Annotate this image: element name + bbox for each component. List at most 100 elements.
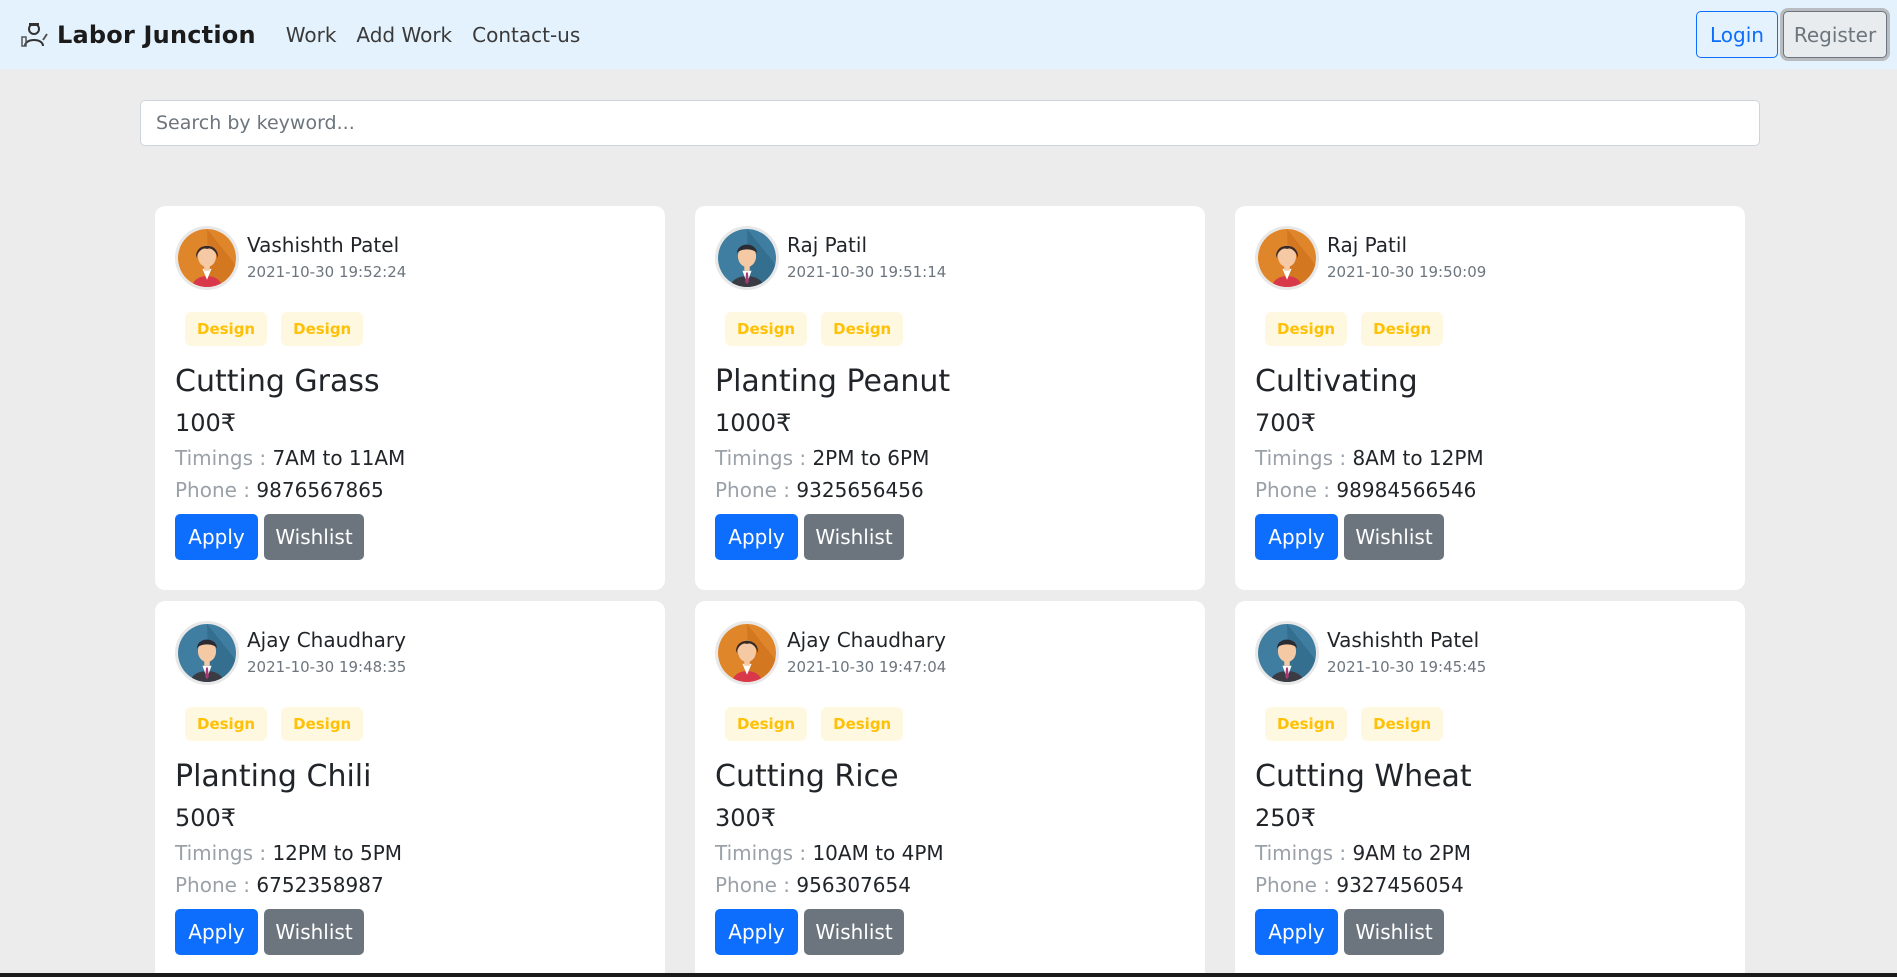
card-actions: Apply Wishlist (715, 909, 1185, 955)
card-actions: Apply Wishlist (1255, 514, 1725, 560)
timings-row: Timings : 12PM to 5PM (175, 840, 645, 866)
register-button[interactable]: Register (1783, 11, 1887, 58)
auth-buttons: Login Register (1696, 11, 1887, 58)
tag-list: Design Design (175, 312, 645, 346)
female-avatar (715, 621, 779, 685)
tag-list: Design Design (715, 707, 1185, 741)
login-button[interactable]: Login (1696, 11, 1778, 58)
timings-value: 8AM to 12PM (1352, 446, 1484, 470)
card-header: Vashishth Patel 2021-10-30 19:52:24 (175, 226, 645, 290)
search-input[interactable] (140, 100, 1760, 146)
work-price: 500₹ (175, 804, 237, 832)
tag-badge: Design (1361, 707, 1444, 741)
nav-link-contact-us[interactable]: Contact-us (472, 23, 580, 47)
tag-badge: Design (725, 707, 808, 741)
phone-row: Phone : 956307654 (715, 872, 1185, 898)
user-info: Ajay Chaudhary 2021-10-30 19:48:35 (247, 627, 406, 679)
phone-row: Phone : 9327456054 (1255, 872, 1725, 898)
worker-logo-icon (21, 22, 48, 47)
work-price: 100₹ (175, 409, 237, 437)
phone-row: Phone : 98984566546 (1255, 477, 1725, 503)
phone-label: Phone : (175, 478, 251, 502)
tag-badge: Design (1361, 312, 1444, 346)
tag-list: Design Design (175, 707, 645, 741)
post-timestamp: 2021-10-30 19:48:35 (247, 658, 407, 676)
work-card: Raj Patil 2021-10-30 19:51:14 Design Des… (695, 206, 1205, 590)
work-card: Ajay Chaudhary 2021-10-30 19:48:35 Desig… (155, 601, 665, 977)
card-header: Ajay Chaudhary 2021-10-30 19:47:04 (715, 621, 1185, 685)
card-actions: Apply Wishlist (715, 514, 1185, 560)
poster-name: Ajay Chaudhary (247, 628, 406, 652)
work-card: Raj Patil 2021-10-30 19:50:09 Design Des… (1235, 206, 1745, 590)
phone-value: 9327456054 (1336, 873, 1464, 897)
female-avatar (1255, 226, 1319, 290)
male-avatar (1255, 621, 1319, 685)
tag-badge: Design (281, 707, 364, 741)
nav-link-work[interactable]: Work (286, 23, 337, 47)
apply-button[interactable]: Apply (1255, 909, 1338, 955)
apply-button[interactable]: Apply (715, 514, 798, 560)
wishlist-button[interactable]: Wishlist (1344, 909, 1444, 955)
tag-list: Design Design (1255, 707, 1725, 741)
phone-label: Phone : (175, 873, 251, 897)
bottom-edge (0, 973, 1897, 977)
tag-badge: Design (185, 707, 268, 741)
post-timestamp: 2021-10-30 19:52:24 (247, 263, 407, 281)
phone-label: Phone : (715, 478, 791, 502)
tag-badge: Design (821, 312, 904, 346)
wishlist-button[interactable]: Wishlist (264, 909, 364, 955)
work-title: Cutting Rice (715, 759, 899, 794)
male-avatar (175, 621, 239, 685)
timings-label: Timings : (715, 446, 807, 470)
work-price: 700₹ (1255, 409, 1317, 437)
timings-label: Timings : (1255, 446, 1347, 470)
phone-value: 9325656456 (796, 478, 924, 502)
poster-name: Raj Patil (1327, 233, 1407, 257)
apply-button[interactable]: Apply (175, 909, 258, 955)
post-timestamp: 2021-10-30 19:51:14 (787, 263, 947, 281)
wishlist-button[interactable]: Wishlist (1344, 514, 1444, 560)
card-actions: Apply Wishlist (175, 909, 645, 955)
wishlist-button[interactable]: Wishlist (264, 514, 364, 560)
card-actions: Apply Wishlist (175, 514, 645, 560)
phone-value: 98984566546 (1336, 478, 1477, 502)
card-header: Raj Patil 2021-10-30 19:50:09 (1255, 226, 1725, 290)
card-header: Ajay Chaudhary 2021-10-30 19:48:35 (175, 621, 645, 685)
phone-row: Phone : 9876567865 (175, 477, 645, 503)
timings-row: Timings : 2PM to 6PM (715, 445, 1185, 471)
card-actions: Apply Wishlist (1255, 909, 1725, 955)
timings-value: 2PM to 6PM (812, 446, 930, 470)
brand[interactable]: Labor Junction (19, 20, 256, 50)
phone-value: 6752358987 (256, 873, 384, 897)
nav-link-add-work[interactable]: Add Work (356, 23, 452, 47)
poster-name: Raj Patil (787, 233, 867, 257)
wishlist-button[interactable]: Wishlist (804, 514, 904, 560)
work-title: Cutting Wheat (1255, 759, 1472, 794)
timings-label: Timings : (175, 446, 267, 470)
card-header: Raj Patil 2021-10-30 19:51:14 (715, 226, 1185, 290)
apply-button[interactable]: Apply (1255, 514, 1338, 560)
user-info: Raj Patil 2021-10-30 19:50:09 (1327, 232, 1486, 284)
apply-button[interactable]: Apply (715, 909, 798, 955)
phone-row: Phone : 6752358987 (175, 872, 645, 898)
tag-badge: Design (281, 312, 364, 346)
tag-list: Design Design (1255, 312, 1725, 346)
poster-name: Vashishth Patel (247, 233, 400, 257)
poster-name: Vashishth Patel (1327, 628, 1480, 652)
work-price: 300₹ (715, 804, 777, 832)
timings-value: 7AM to 11AM (272, 446, 406, 470)
phone-label: Phone : (715, 873, 791, 897)
work-title: Planting Peanut (715, 364, 951, 399)
wishlist-button[interactable]: Wishlist (804, 909, 904, 955)
work-card: Vashishth Patel 2021-10-30 19:45:45 Desi… (1235, 601, 1745, 977)
apply-button[interactable]: Apply (175, 514, 258, 560)
work-title: Cultivating (1255, 364, 1418, 399)
phone-value: 956307654 (796, 873, 911, 897)
tag-badge: Design (1265, 312, 1348, 346)
post-timestamp: 2021-10-30 19:47:04 (787, 658, 947, 676)
post-timestamp: 2021-10-30 19:50:09 (1327, 263, 1487, 281)
tag-badge: Design (821, 707, 904, 741)
user-info: Vashishth Patel 2021-10-30 19:52:24 (247, 232, 406, 284)
male-avatar (715, 226, 779, 290)
work-card: Ajay Chaudhary 2021-10-30 19:47:04 Desig… (695, 601, 1205, 977)
